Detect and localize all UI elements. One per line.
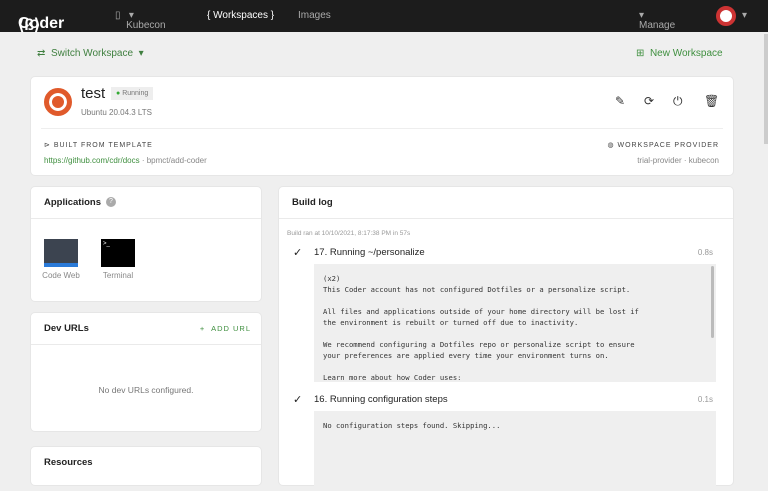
power-icon[interactable]: ⏻ bbox=[673, 94, 683, 109]
empty-message: No dev URLs configured. bbox=[98, 385, 194, 395]
build-log-card: Build log Build ran at 10/10/2021, 8:17:… bbox=[278, 186, 734, 491]
template-label: ⊳ BUILT FROM TEMPLATE bbox=[44, 142, 153, 149]
step-title[interactable]: 16. Running configuration steps bbox=[314, 394, 448, 405]
step-duration: 0.8s bbox=[697, 248, 713, 257]
step-output: (x2) This Coder account has not configur… bbox=[314, 264, 716, 382]
divider bbox=[41, 128, 723, 129]
ubuntu-icon bbox=[44, 88, 72, 116]
org-dropdown[interactable]: ▯ Kubecon ▾ bbox=[115, 10, 166, 31]
switch-workspace-button[interactable]: ⇄ Switch Workspace ▾ bbox=[37, 48, 144, 59]
app-label: Code Web bbox=[42, 271, 80, 280]
rebuild-icon[interactable]: ⟳ bbox=[644, 94, 654, 108]
build-summary: Build ran at 10/10/2021, 8:17:38 PM in 5… bbox=[287, 230, 411, 237]
provider-label: ◍ WORKSPACE PROVIDER bbox=[607, 142, 719, 149]
terminal-icon[interactable]: >_ bbox=[101, 239, 135, 267]
applications-title: Applications bbox=[44, 197, 102, 208]
workspace-name: test bbox=[81, 85, 106, 102]
workspace-card: test ● Running Ubuntu 20.04.3 LTS ✎ ⟳ ⏻ … bbox=[30, 76, 734, 176]
edit-icon[interactable]: ✎ bbox=[615, 94, 625, 108]
nav-images[interactable]: Images bbox=[298, 10, 331, 21]
template-info: https://github.com/cdr/docs · bpmct/add-… bbox=[44, 156, 207, 165]
add-url-button[interactable]: + ADD URL bbox=[200, 324, 251, 333]
scrollbar[interactable] bbox=[708, 264, 716, 382]
delete-icon[interactable]: 🗑 bbox=[704, 94, 719, 108]
resources-title: Resources bbox=[44, 457, 93, 468]
applications-card: Applications ? Code Web >_ Terminal bbox=[30, 186, 262, 302]
step-title[interactable]: 17. Running ~/personalize bbox=[314, 247, 425, 258]
app-label: Terminal bbox=[102, 271, 134, 280]
status-badge: ● Running bbox=[111, 87, 154, 100]
chevron-down-icon[interactable]: ▾ bbox=[742, 10, 747, 21]
code-web-icon[interactable] bbox=[44, 239, 78, 267]
build-log-title: Build log bbox=[292, 197, 333, 208]
avatar[interactable] bbox=[716, 6, 736, 26]
top-nav: ⟨ß⟩ Coder ▯ Kubecon ▾ { Workspaces } Ima… bbox=[0, 0, 768, 34]
workspace-image: Ubuntu 20.04.3 LTS bbox=[81, 108, 153, 117]
check-icon: ✓ bbox=[293, 247, 303, 259]
applications-header: Applications ? bbox=[31, 187, 261, 219]
dev-urls-card: Dev URLs + ADD URL No dev URLs configure… bbox=[30, 312, 262, 432]
step-duration: 0.1s bbox=[697, 395, 713, 404]
help-icon[interactable]: ? bbox=[106, 197, 116, 207]
resources-card: Resources bbox=[30, 446, 262, 486]
provider-value: trial-provider · kubecon bbox=[637, 156, 719, 165]
manage-dropdown[interactable]: Manage ▾ bbox=[639, 10, 675, 31]
dev-urls-title: Dev URLs bbox=[44, 323, 89, 334]
new-workspace-button[interactable]: ⊞ New Workspace bbox=[636, 48, 723, 59]
build-log-header: Build log bbox=[279, 187, 733, 219]
add-box-icon: ⊞ bbox=[636, 48, 645, 59]
plus-icon: + bbox=[199, 324, 206, 333]
template-link[interactable]: https://github.com/cdr/docs bbox=[44, 156, 140, 165]
step-output: No configuration steps found. Skipping..… bbox=[314, 411, 716, 491]
check-icon: ✓ bbox=[293, 394, 303, 406]
nav-workspaces[interactable]: { Workspaces } bbox=[207, 10, 274, 21]
switch-icon: ⇄ bbox=[37, 48, 46, 59]
dev-urls-header: Dev URLs + ADD URL bbox=[31, 313, 261, 345]
page-scrollbar[interactable] bbox=[764, 34, 768, 144]
